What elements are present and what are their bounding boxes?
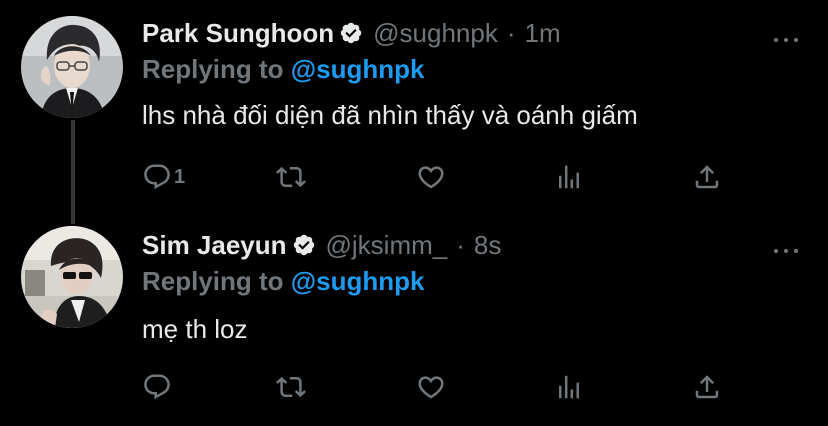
more-options-icon[interactable] bbox=[774, 239, 798, 263]
retweet-icon bbox=[276, 166, 306, 188]
tweet-actions: 1 bbox=[142, 162, 722, 192]
share-button[interactable] bbox=[692, 372, 722, 402]
bar-chart-icon bbox=[559, 375, 579, 399]
share-button[interactable] bbox=[692, 162, 722, 192]
avatar[interactable] bbox=[21, 226, 123, 328]
display-name[interactable]: Park Sunghoon bbox=[142, 18, 334, 49]
views-button[interactable] bbox=[554, 162, 584, 192]
replying-to-handle-link[interactable]: @sughnpk bbox=[291, 266, 425, 296]
reply-count: 1 bbox=[174, 165, 186, 188]
tweet[interactable]: Sim Jaeyun @jksimm_ · 8s Replying to @su… bbox=[0, 215, 828, 426]
separator-dot: · bbox=[506, 17, 516, 48]
handle[interactable]: @jksimm_ bbox=[326, 230, 448, 261]
replying-to: Replying to @sughnpk bbox=[142, 54, 424, 85]
tweet-text: mẹ th loz bbox=[142, 314, 248, 344]
reply-button[interactable] bbox=[142, 372, 174, 402]
like-button[interactable] bbox=[416, 162, 446, 192]
timestamp[interactable]: 8s bbox=[474, 230, 501, 261]
like-button[interactable] bbox=[416, 372, 446, 402]
avatar[interactable] bbox=[21, 16, 123, 118]
retweet-button[interactable] bbox=[276, 162, 306, 192]
reply-icon bbox=[144, 374, 170, 400]
tweet-text: lhs nhà đối diện đã nhìn thấy và oánh gi… bbox=[142, 100, 638, 130]
timestamp[interactable]: 1m bbox=[525, 18, 561, 49]
handle[interactable]: @sughnpk bbox=[373, 18, 498, 49]
separator-dot: · bbox=[456, 229, 465, 260]
views-button[interactable] bbox=[554, 372, 584, 402]
verified-badge-icon bbox=[339, 21, 363, 45]
display-name[interactable]: Sim Jaeyun bbox=[142, 230, 287, 261]
tweet-header: Sim Jaeyun @jksimm_ · 8s bbox=[142, 227, 501, 263]
more-options-icon[interactable] bbox=[774, 28, 798, 52]
verified-badge-icon bbox=[292, 233, 316, 257]
thread-connector-line bbox=[71, 120, 75, 224]
share-icon bbox=[695, 165, 719, 189]
replying-to-label: Replying to bbox=[142, 266, 284, 296]
avatar-photo bbox=[21, 16, 123, 118]
retweet-icon bbox=[276, 376, 306, 398]
replying-to: Replying to @sughnpk bbox=[142, 266, 424, 297]
reply-icon bbox=[144, 164, 170, 190]
heart-icon bbox=[418, 376, 444, 399]
heart-icon bbox=[418, 166, 444, 189]
avatar-photo bbox=[21, 226, 123, 328]
bar-chart-icon bbox=[559, 165, 579, 189]
tweet[interactable]: Park Sunghoon @sughnpk · 1m Replying to … bbox=[0, 0, 828, 224]
tweet-actions bbox=[142, 372, 722, 402]
replying-to-label: Replying to bbox=[142, 54, 284, 84]
tweet-header: Park Sunghoon @sughnpk · 1m bbox=[142, 15, 561, 51]
retweet-button[interactable] bbox=[276, 372, 306, 402]
share-icon bbox=[695, 375, 719, 399]
replying-to-handle-link[interactable]: @sughnpk bbox=[291, 54, 425, 84]
reply-button[interactable]: 1 bbox=[142, 162, 185, 192]
